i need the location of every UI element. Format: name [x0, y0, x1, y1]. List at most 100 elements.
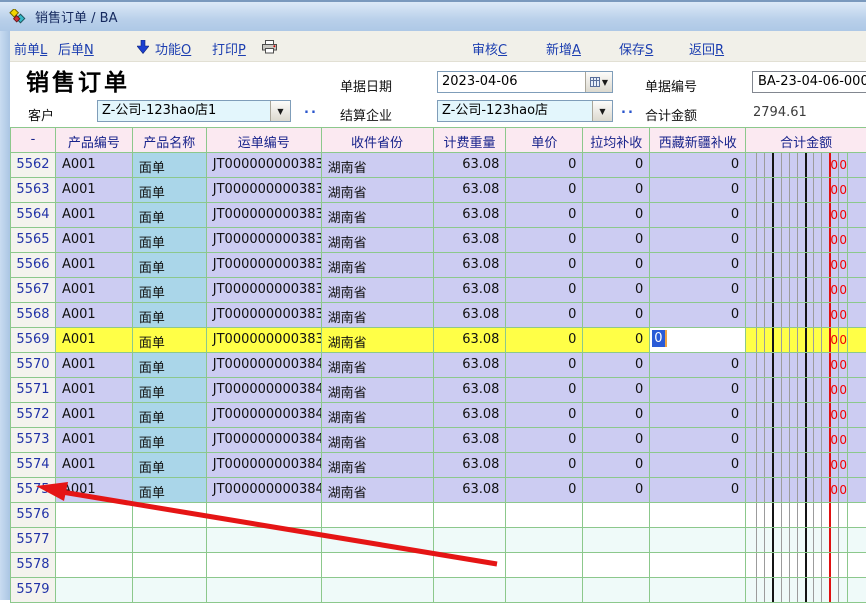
row-number[interactable]: 5573 — [11, 428, 56, 453]
cell-xizang-xinjiang-surcharge[interactable]: 0 — [650, 203, 746, 228]
table-row-empty[interactable]: 5577 — [11, 528, 866, 553]
cell-extra-amount[interactable]: 0 — [830, 408, 838, 422]
cell-extra-amount[interactable]: 0 — [839, 433, 847, 447]
cell-province[interactable]: 湖南省 — [322, 303, 434, 328]
cell-waybill-number[interactable]: JT0000000003839 — [207, 328, 322, 353]
cell-unit-price[interactable] — [506, 553, 583, 578]
cell-product-code[interactable]: A001 — [56, 278, 133, 303]
cell-waybill-number[interactable]: JT0000000003838 — [207, 303, 322, 328]
cell-province[interactable]: 湖南省 — [322, 403, 434, 428]
table-row[interactable]: 5574 A001 面单 JT0000000003844 湖南省 63.08 0… — [11, 453, 866, 478]
cell-unit-price[interactable] — [506, 528, 583, 553]
cell-billing-weight[interactable]: 63.08 — [434, 378, 507, 403]
cell-unit-price[interactable]: 0 — [506, 253, 583, 278]
cell-product-code[interactable]: A001 — [56, 353, 133, 378]
cell-product-code[interactable] — [56, 528, 133, 553]
table-row[interactable]: 5571 A001 面单 JT0000000003841 湖南省 63.08 0… — [11, 378, 866, 403]
cell-total-amount-group[interactable]: 00 — [746, 403, 866, 428]
column-header[interactable]: 收件省份 — [322, 128, 434, 153]
settle-more-button[interactable]: .. — [621, 102, 635, 117]
cell-product-code[interactable]: A001 — [56, 153, 133, 178]
cell-total-amount-group[interactable]: 00 — [746, 253, 866, 278]
cell-levelling-surcharge[interactable]: 0 — [583, 428, 650, 453]
cell-province[interactable]: 湖南省 — [322, 353, 434, 378]
settle-company-value[interactable]: Z-公司-123hao店 — [438, 101, 592, 121]
cell-levelling-surcharge[interactable]: 0 — [583, 303, 650, 328]
cell-billing-weight[interactable]: 63.08 — [434, 428, 507, 453]
cell-extra-amount[interactable]: 0 — [839, 283, 847, 297]
cell-billing-weight[interactable]: 63.08 — [434, 328, 507, 353]
cell-product-code[interactable]: A001 — [56, 453, 133, 478]
cell-province[interactable]: 湖南省 — [322, 228, 434, 253]
cell-billing-weight[interactable]: 63.08 — [434, 253, 507, 278]
row-number[interactable]: 5574 — [11, 453, 56, 478]
cell-product-name[interactable]: 面单 — [133, 378, 207, 403]
cell-product-code[interactable] — [56, 578, 133, 603]
column-header[interactable]: 西藏新疆补收 — [650, 128, 746, 153]
cell-product-name[interactable]: 面单 — [133, 228, 207, 253]
table-row[interactable]: 5575 A001 面单 JT0000000003845 湖南省 63.08 0… — [11, 478, 866, 503]
cell-xizang-xinjiang-surcharge[interactable]: 0 — [650, 353, 746, 378]
doc-date-value[interactable]: 2023-04-06 — [438, 72, 585, 92]
audit-button[interactable]: 审核C — [472, 39, 507, 58]
row-number[interactable]: 5564 — [11, 203, 56, 228]
function-button[interactable]: 功能O — [155, 39, 191, 58]
column-header[interactable]: 运单编号 — [207, 128, 322, 153]
cell-product-name[interactable]: 面单 — [133, 253, 207, 278]
cell-unit-price[interactable]: 0 — [506, 328, 583, 353]
table-row[interactable]: 5563 A001 面单 JT0000000003833 湖南省 63.08 0… — [11, 178, 866, 203]
settle-dropdown-button[interactable]: ▼ — [592, 101, 612, 121]
cell-levelling-surcharge[interactable]: 0 — [583, 178, 650, 203]
column-header[interactable]: - — [11, 128, 56, 153]
cell-unit-price[interactable]: 0 — [506, 178, 583, 203]
cell-levelling-surcharge[interactable]: 0 — [583, 478, 650, 503]
cell-extra-amount[interactable]: 0 — [839, 458, 847, 472]
cell-waybill-number[interactable] — [207, 578, 322, 603]
cell-xizang-xinjiang-surcharge[interactable]: 0 — [650, 303, 746, 328]
row-number[interactable]: 5569 — [11, 328, 56, 353]
cell-xizang-xinjiang-surcharge[interactable]: 0 — [650, 403, 746, 428]
cell-province[interactable]: 湖南省 — [322, 378, 434, 403]
cell-product-code[interactable]: A001 — [56, 378, 133, 403]
cell-product-name[interactable]: 面单 — [133, 278, 207, 303]
cell-waybill-number[interactable]: JT0000000003833 — [207, 178, 322, 203]
cell-billing-weight[interactable]: 63.08 — [434, 278, 507, 303]
customer-dropdown-button[interactable]: ▼ — [270, 101, 290, 121]
table-row[interactable]: 5570 A001 面单 JT0000000003840 湖南省 63.08 0… — [11, 353, 866, 378]
column-header[interactable]: 产品名称 — [133, 128, 207, 153]
cell-levelling-surcharge[interactable] — [583, 528, 650, 553]
cell-total-amount-group[interactable]: 00 — [746, 178, 866, 203]
settle-company-combo[interactable]: Z-公司-123hao店 ▼ — [437, 100, 613, 122]
cell-waybill-number[interactable]: JT0000000003835 — [207, 228, 322, 253]
cell-total-amount-group[interactable] — [746, 553, 866, 578]
cell-province[interactable]: 湖南省 — [322, 453, 434, 478]
cell-extra-amount[interactable]: 0 — [830, 283, 838, 297]
table-row[interactable]: 5572 A001 面单 JT0000000003842 湖南省 63.08 0… — [11, 403, 866, 428]
cell-extra-amount[interactable]: 0 — [839, 483, 847, 497]
row-number[interactable]: 5565 — [11, 228, 56, 253]
cell-levelling-surcharge[interactable]: 0 — [583, 228, 650, 253]
cell-product-name[interactable]: 面单 — [133, 428, 207, 453]
row-number[interactable]: 5562 — [11, 153, 56, 178]
cell-billing-weight[interactable]: 63.08 — [434, 403, 507, 428]
cell-levelling-surcharge[interactable] — [583, 578, 650, 603]
row-number[interactable]: 5577 — [11, 528, 56, 553]
cell-product-code[interactable]: A001 — [56, 228, 133, 253]
cell-waybill-number[interactable]: JT0000000003836 — [207, 253, 322, 278]
row-number[interactable]: 5575 — [11, 478, 56, 503]
cell-province[interactable] — [322, 553, 434, 578]
row-number[interactable]: 5568 — [11, 303, 56, 328]
doc-no-field[interactable]: BA-23-04-06-0004 — [752, 71, 866, 93]
cell-unit-price[interactable]: 0 — [506, 303, 583, 328]
cell-extra-amount[interactable]: 0 — [830, 383, 838, 397]
cell-unit-price[interactable] — [506, 503, 583, 528]
table-row[interactable]: 5566 A001 面单 JT0000000003836 湖南省 63.08 0… — [11, 253, 866, 278]
cell-total-amount-group[interactable]: 00 — [746, 203, 866, 228]
cell-levelling-surcharge[interactable]: 0 — [583, 378, 650, 403]
cell-xizang-xinjiang-surcharge[interactable]: 0 — [650, 278, 746, 303]
cell-extra-amount[interactable]: 0 — [830, 483, 838, 497]
cell-unit-price[interactable]: 0 — [506, 453, 583, 478]
cell-billing-weight[interactable]: 63.08 — [434, 353, 507, 378]
cell-total-amount-group[interactable]: 00 — [746, 328, 866, 353]
cell-billing-weight[interactable] — [434, 503, 507, 528]
